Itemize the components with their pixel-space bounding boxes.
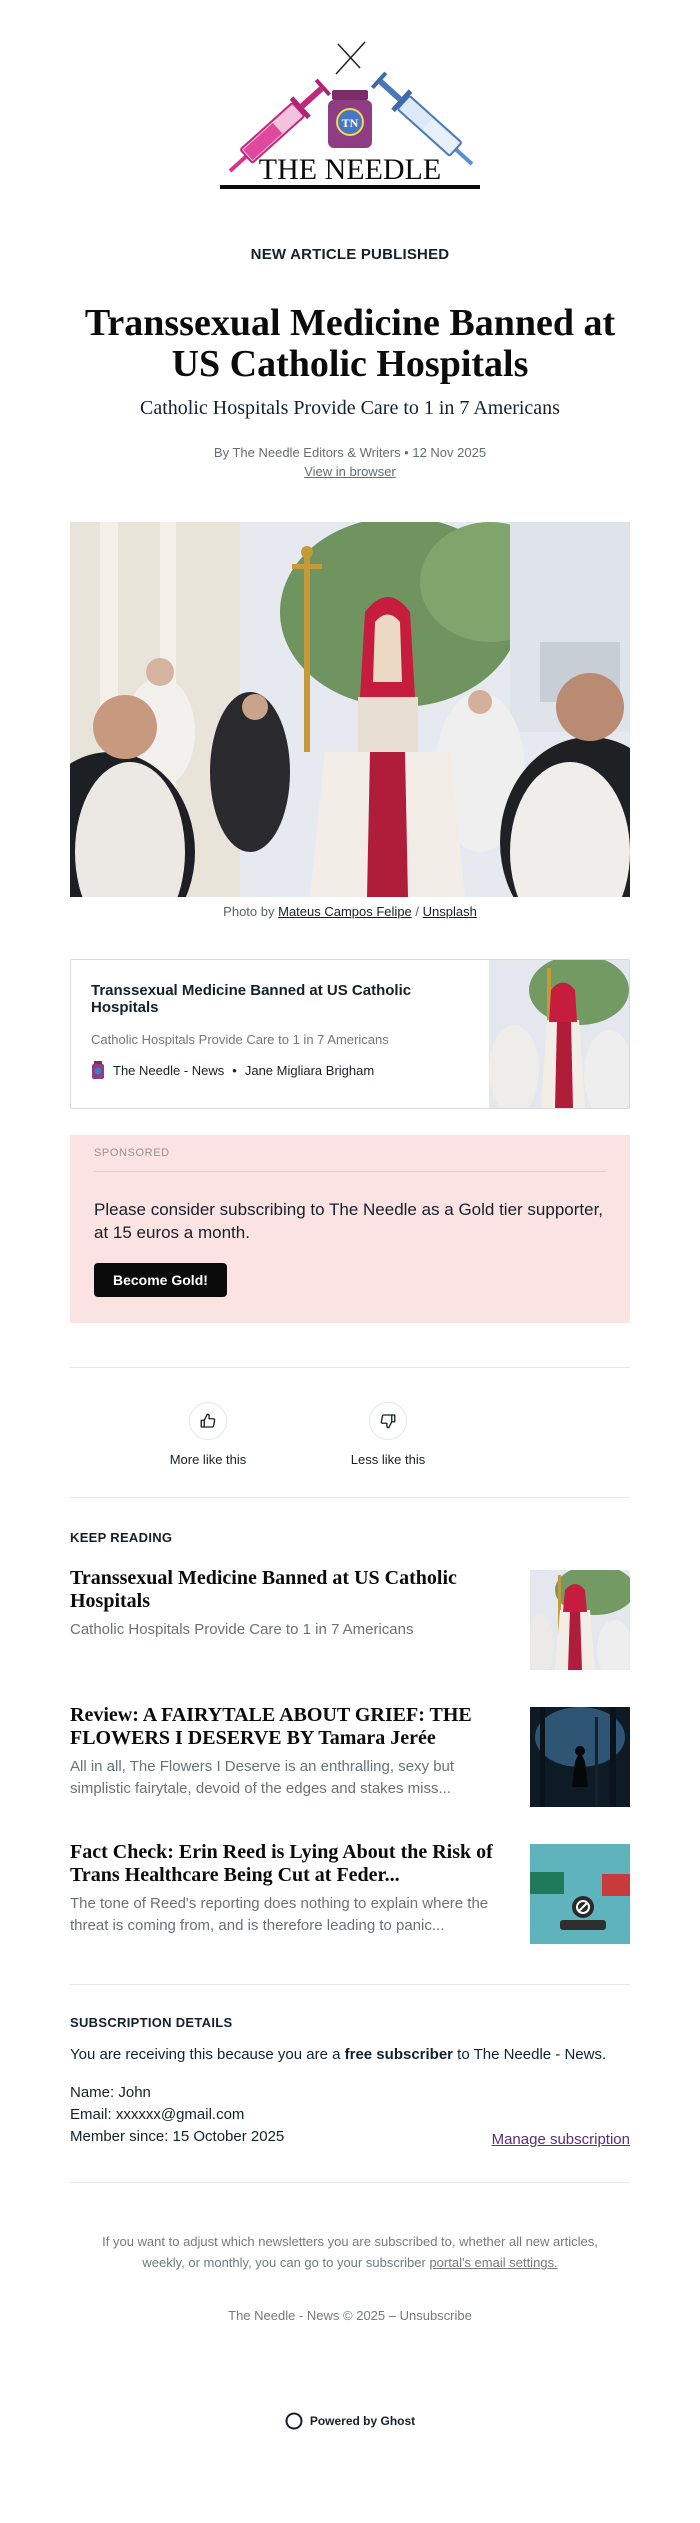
post-title[interactable]: Review: A FAIRYTALE ABOUT GRIEF: THE FLO… [70,1704,510,1750]
bookmark-text: Transsexual Medicine Banned at US Cathol… [71,960,489,1108]
intro-prefix: You are receiving this because you are a [70,2046,345,2063]
post-title[interactable]: Transsexual Medicine Banned at US Cathol… [70,1567,510,1613]
view-in-browser-link[interactable]: View in browser [304,464,396,479]
bookmark-description: Catholic Hospitals Provide Care to 1 in … [91,1032,389,1047]
less-like-this[interactable]: Less like this [298,1402,478,1467]
more-like-this-label: More like this [169,1452,247,1467]
post-excerpt: Catholic Hospitals Provide Care to 1 in … [70,1621,414,1638]
logo-badge: TN [342,116,359,130]
photographer-link[interactable]: Mateus Campos Felipe [278,904,412,919]
article-subtitle: Catholic Hospitals Provide Care to 1 in … [140,397,560,419]
more-like-this[interactable]: More like this [118,1402,298,1467]
divider [70,1984,630,1985]
post-thumbnail[interactable] [530,1707,630,1807]
post-text: Review: A FAIRYTALE ABOUT GRIEF: THE FLO… [70,1704,510,1807]
post-title[interactable]: Fact Check: Erin Reed is Lying About the… [70,1841,510,1887]
intro-suffix: to The Needle - News. [453,2046,607,2063]
keep-reading-label: KEEP READING [70,1530,173,1545]
divider [70,2182,630,2183]
view-in-browser: View in browser [70,464,630,479]
post-item[interactable]: Review: A FAIRYTALE ABOUT GRIEF: THE FLO… [70,1704,630,1807]
portal-settings-link[interactable]: portal's email settings. [429,2255,557,2270]
vial-icon [92,1061,104,1079]
become-gold-button[interactable]: Become Gold! [94,1263,227,1297]
post-excerpt: The tone of Reed's reporting does nothin… [70,1895,489,1934]
email-page: TN THE NEEDLE NEW ARTICLE PUBLISHED Tran… [0,0,700,2523]
logo-wordmark: THE NEEDLE [259,153,441,186]
caption-separator: / [411,904,423,919]
bookmark-publisher: The Needle - News [113,1062,225,1078]
bookmark-dot: • [232,1062,237,1078]
manage-subscription-link[interactable]: Manage subscription [492,2131,630,2148]
member-since-row: Member since: 15 October 2025 Manage sub… [70,2126,630,2148]
footer-copyright: The Needle - News © 2025 – Unsubscribe [70,2305,630,2326]
powered-by-ghost[interactable]: Powered by Ghost [70,2412,630,2430]
subscription-intro: You are receiving this because you are a… [70,2044,630,2066]
the-needle-logo[interactable]: TN THE NEEDLE [210,36,490,196]
subscriber-name: Name: John [70,2084,151,2101]
caption-prefix: Photo by [223,904,279,919]
subscription-details-label: SUBSCRIPTION DETAILS [70,2015,233,2030]
hero-caption: Photo by Mateus Campos Felipe / Unsplash [70,904,630,919]
bookmark-thumbnail [489,960,629,1108]
bookmark-author: Jane Migliara Brigham [244,1062,375,1078]
bookmark-card[interactable]: Transsexual Medicine Banned at US Cathol… [70,959,630,1109]
article-title[interactable]: Transsexual Medicine Banned at US Cathol… [70,303,630,385]
less-like-this-label: Less like this [350,1452,426,1467]
bookmark-meta: The Needle - News • Jane Migliara Brigha… [91,1061,469,1079]
hero-image [70,522,630,897]
feedback-row: More like this Less like this [118,1368,630,1497]
member-since: Member since: 15 October 2025 [70,2128,285,2145]
thumbs-up-icon [200,1413,216,1428]
sponsored-box: SPONSORED Please consider subscribing to… [70,1135,630,1323]
post-excerpt: All in all, The Flowers I Deserve is an … [70,1758,455,1797]
unsubscribe-link[interactable]: Unsubscribe [400,2308,472,2323]
thumbs-up-button[interactable] [189,1402,227,1440]
post-item[interactable]: Transsexual Medicine Banned at US Cathol… [70,1567,630,1670]
post-thumbnail[interactable] [530,1844,630,1944]
powered-by-label: Powered by Ghost [309,2414,416,2428]
divider [70,1497,630,1498]
thumbs-down-icon [380,1414,396,1429]
bookmark-title: Transsexual Medicine Banned at US Cathol… [91,982,412,1016]
email-kicker: NEW ARTICLE PUBLISHED [250,246,450,263]
footer-settings-text: If you want to adjust which newsletters … [70,2231,630,2273]
post-thumbnail[interactable] [530,1570,630,1670]
thumbs-down-button[interactable] [369,1402,407,1440]
post-item[interactable]: Fact Check: Erin Reed is Lying About the… [70,1841,630,1944]
article-byline: By The Needle Editors & Writers • 12 Nov… [213,445,487,460]
sponsored-label: SPONSORED [94,1147,606,1172]
free-subscriber-text: free subscriber [344,2046,454,2063]
copyright-text: The Needle - News © 2025 – [228,2308,400,2323]
ghost-icon [285,2412,303,2430]
unsplash-link[interactable]: Unsplash [423,904,477,919]
subscriber-email: Email: xxxxxx@gmail.com [70,2106,245,2123]
post-text: Transsexual Medicine Banned at US Cathol… [70,1567,510,1670]
post-text: Fact Check: Erin Reed is Lying About the… [70,1841,510,1944]
sponsored-text: Please consider subscribing to The Needl… [94,1200,604,1242]
email-body: TN THE NEEDLE NEW ARTICLE PUBLISHED Tran… [70,36,630,2430]
